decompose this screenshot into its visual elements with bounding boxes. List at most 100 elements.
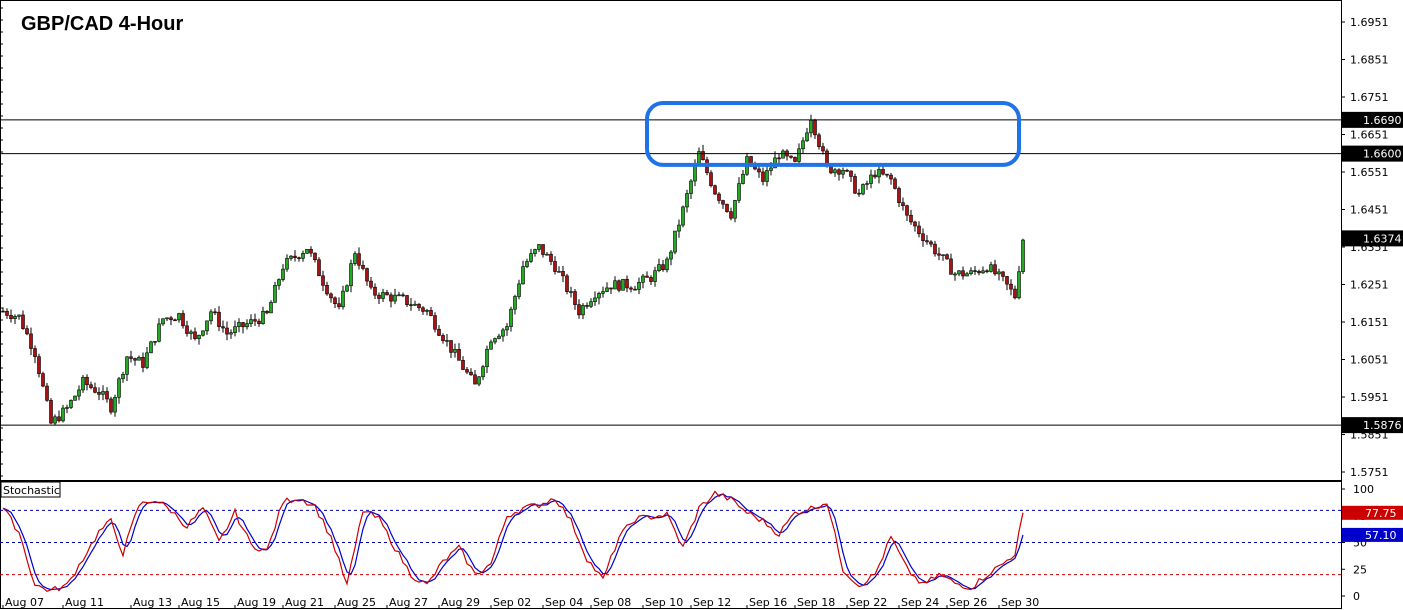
candle-body <box>837 169 841 175</box>
candle-body <box>553 261 557 272</box>
candle-body <box>341 290 345 308</box>
candle-body <box>661 264 665 271</box>
price-tick-label: 1.6651 <box>1350 129 1389 142</box>
candle-body <box>1013 288 1017 299</box>
candle-body <box>49 400 53 424</box>
x-tick-label: Sep 08 <box>593 596 631 609</box>
price-tick-label: 1.5951 <box>1350 391 1389 404</box>
candle-body <box>521 266 525 285</box>
candle-body <box>637 281 641 290</box>
current-price-label: 1.6374 <box>1363 232 1402 245</box>
candle-body <box>929 241 933 245</box>
candle-body <box>345 285 349 292</box>
candle-body <box>417 303 421 309</box>
candle-body <box>421 307 425 312</box>
chart-root: 1.6951 1.6851 1.6751 1.6651 1.6551 1.6451 1.63… <box>0 0 1403 610</box>
candle-body <box>741 173 745 184</box>
candle-body <box>177 313 181 321</box>
candle-body <box>265 310 269 314</box>
candle-body <box>701 151 705 161</box>
candle-body <box>481 366 485 378</box>
candle-body <box>237 322 241 327</box>
candle-body <box>221 326 225 329</box>
candle-body <box>529 253 533 262</box>
candle-body <box>309 248 313 254</box>
candle-body <box>517 283 521 297</box>
candle-body <box>409 304 413 306</box>
candle-body <box>961 270 965 277</box>
candle-body <box>353 253 357 264</box>
candle-body <box>857 192 861 195</box>
price-tick-label: 1.6151 <box>1350 316 1389 329</box>
candle-body <box>905 205 909 216</box>
chart-svg: 1.6951 1.6851 1.6751 1.6651 1.6551 1.6451 1.63… <box>0 0 1403 609</box>
candle-body <box>173 319 177 322</box>
candle-body <box>157 323 161 342</box>
candle-body <box>733 200 737 219</box>
candle-body <box>305 248 309 254</box>
candle-body <box>761 171 765 182</box>
candle-body <box>145 352 149 368</box>
candle-body <box>105 391 109 400</box>
candle-body <box>1017 271 1021 299</box>
candle-body <box>709 172 713 187</box>
candle-body <box>669 251 673 260</box>
candle-body <box>909 214 913 223</box>
candle-body <box>913 221 917 227</box>
candle-body <box>921 233 925 241</box>
price-tick-label: 1.6251 <box>1350 279 1389 292</box>
indicator-tick-label: 100 <box>1353 483 1374 496</box>
candle-body <box>997 271 1001 275</box>
candle-body <box>45 385 49 401</box>
candle-body <box>125 356 129 375</box>
candle-body <box>357 253 361 266</box>
candle-body <box>337 303 341 308</box>
candle-body <box>821 146 825 152</box>
candle-body <box>101 391 105 395</box>
candle-body <box>189 331 193 334</box>
candle-body <box>533 249 537 254</box>
candle-body <box>201 330 205 336</box>
candle-body <box>365 268 369 282</box>
candle-body <box>317 259 321 277</box>
candle-body <box>89 384 93 388</box>
candle-body <box>297 257 301 259</box>
candle-body <box>641 275 645 283</box>
candle-body <box>933 243 937 255</box>
candle-body <box>817 134 821 147</box>
candle-body <box>645 275 649 278</box>
candle-body <box>285 258 289 270</box>
candle-body <box>137 356 141 361</box>
candle-body <box>269 302 273 314</box>
x-tick-label: Sep 10 <box>645 596 683 609</box>
candle-body <box>29 333 33 349</box>
candle-body <box>289 255 293 259</box>
x-tick-label: Aug 25 <box>337 596 376 609</box>
candle-body <box>113 396 117 413</box>
candle-body <box>985 270 989 273</box>
candle-body <box>17 314 21 317</box>
price-level-label: 1.6690 <box>1363 114 1402 127</box>
candle-body <box>501 329 505 337</box>
candle-body <box>541 244 545 255</box>
x-tick-label: Sep 02 <box>493 596 531 609</box>
price-tick-label: 1.6951 <box>1350 16 1389 29</box>
candle-body <box>165 317 169 320</box>
candle-body <box>657 264 661 272</box>
candle-body <box>977 270 981 274</box>
candle-body <box>673 230 677 253</box>
stochastic-signal-label: 57.10 <box>1365 529 1397 542</box>
candle-body <box>841 169 845 175</box>
x-tick-label: Sep 24 <box>901 596 939 609</box>
candle-body <box>777 157 781 160</box>
candle-body <box>849 170 853 177</box>
candle-body <box>713 185 717 195</box>
candle-body <box>557 271 561 273</box>
candle-body <box>937 253 941 256</box>
candle-body <box>141 356 145 368</box>
candle-body <box>869 174 873 184</box>
candle-body <box>881 169 885 175</box>
x-tick-label: Aug 07 <box>5 596 44 609</box>
candle-body <box>769 167 773 171</box>
candle-body <box>349 263 353 287</box>
